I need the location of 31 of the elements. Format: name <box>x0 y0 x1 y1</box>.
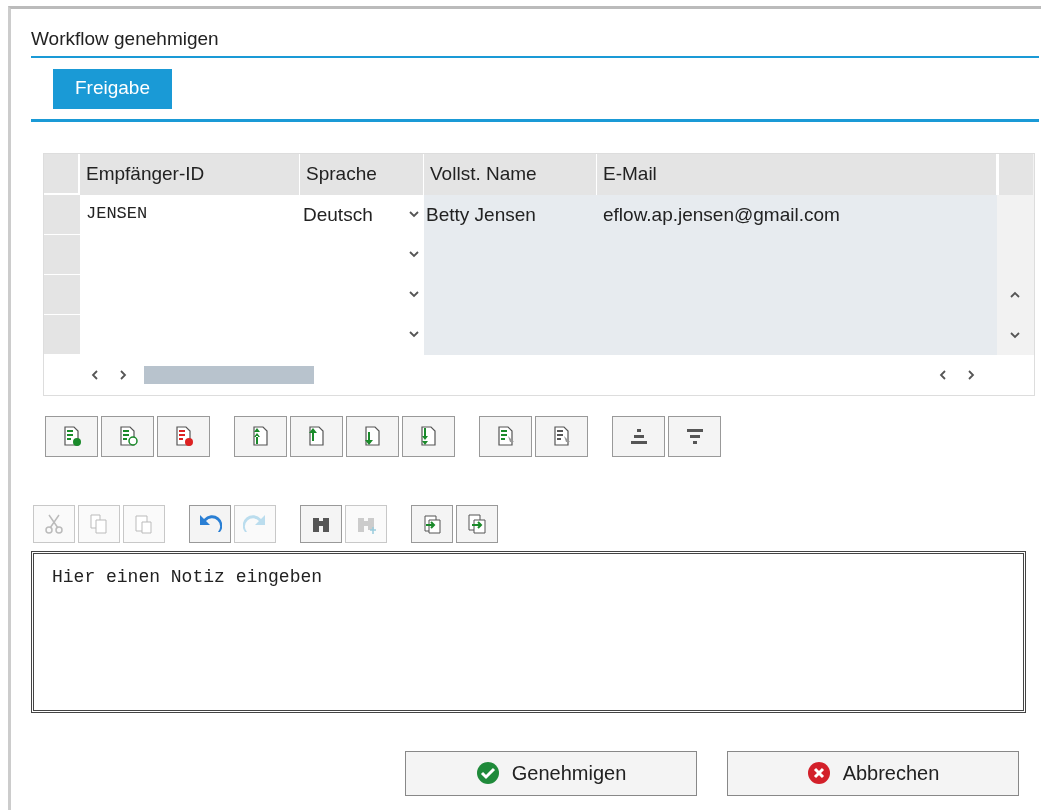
deselect-all-button[interactable] <box>535 415 588 457</box>
delete-row-button[interactable] <box>157 415 210 457</box>
column-header[interactable]: Sprache <box>300 153 424 195</box>
note-field[interactable]: Hier einen Notiz eingeben <box>31 550 1026 713</box>
top-button[interactable] <box>234 415 287 457</box>
column-header[interactable]: E-Mail <box>597 153 997 195</box>
import-button[interactable] <box>411 504 453 543</box>
scrollbar-thumb[interactable] <box>144 365 314 384</box>
table-cell: Betty Jensen <box>424 194 597 235</box>
export-icon <box>465 511 489 536</box>
sort-desc-button[interactable] <box>668 415 721 457</box>
approve-button[interactable]: Genehmigen <box>405 750 697 796</box>
undo-button[interactable] <box>189 504 231 543</box>
cancel-button[interactable]: Abbrechen <box>727 750 1019 796</box>
table-cell[interactable]: JENSEN <box>80 194 300 235</box>
find-button[interactable] <box>300 504 342 543</box>
up-button[interactable] <box>290 415 343 457</box>
cross-icon <box>806 761 831 785</box>
select-all-button[interactable] <box>479 415 532 457</box>
sort-asc-button[interactable] <box>612 415 665 457</box>
export-button[interactable] <box>456 504 498 543</box>
add-row-button[interactable] <box>45 415 98 457</box>
language-dropdown[interactable]: Deutsch <box>300 194 424 235</box>
table-cell: eflow.ap.jensen@gmail.com <box>597 194 997 235</box>
column-header[interactable]: Empfänger-ID <box>80 153 300 195</box>
window-title: Workflow genehmigen <box>31 9 1039 58</box>
bottom-button[interactable] <box>402 415 455 457</box>
column-header[interactable]: Vollst. Name <box>424 153 597 195</box>
down-button[interactable] <box>346 415 399 457</box>
checkmark-icon <box>475 761 500 785</box>
insert-row-button[interactable] <box>101 415 154 457</box>
